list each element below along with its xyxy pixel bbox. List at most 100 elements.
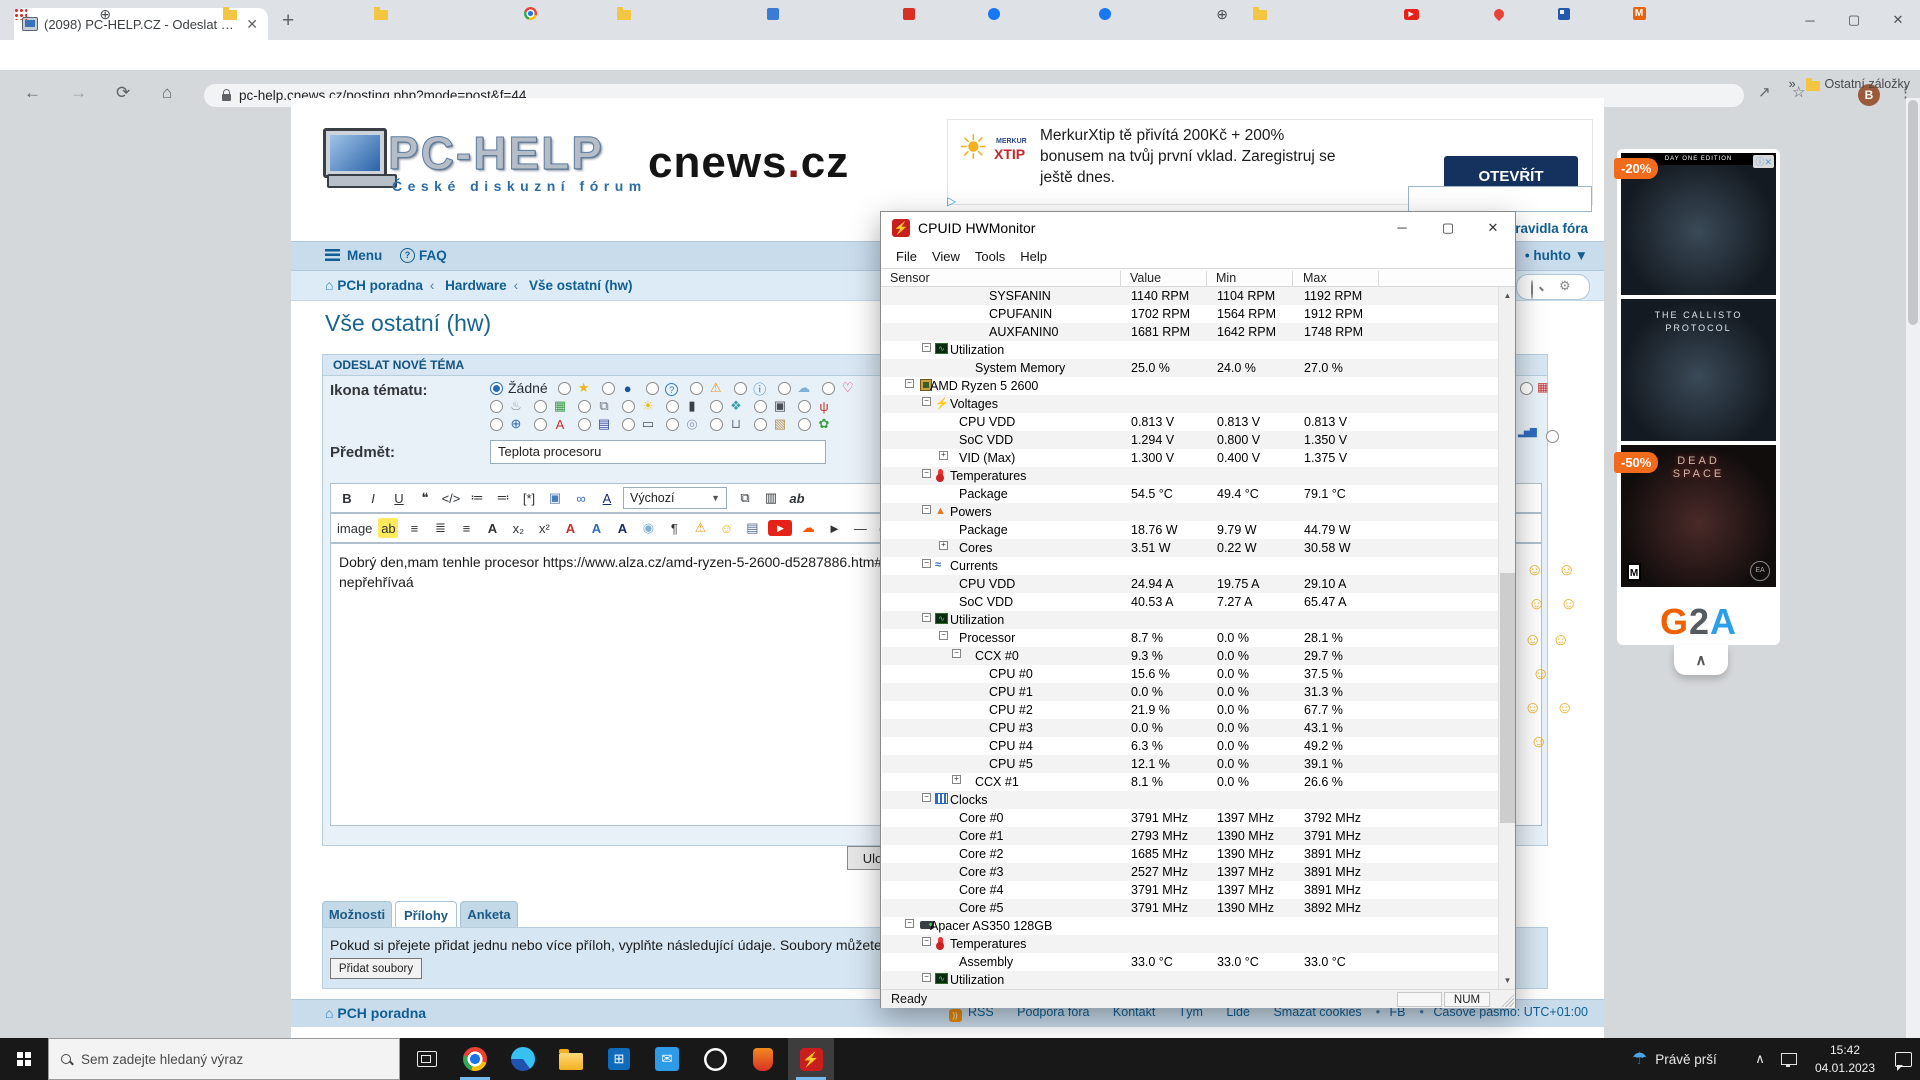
- collapse-icon[interactable]: −: [905, 919, 914, 928]
- page-scroll-thumb[interactable]: [1908, 100, 1918, 325]
- taskbar-search[interactable]: Sem zadejte hledaný výraz: [48, 1038, 400, 1080]
- topic-icon-radio[interactable]: [798, 400, 811, 413]
- ad-choices-icon[interactable]: ▷: [947, 194, 956, 208]
- start-button[interactable]: [0, 1038, 48, 1080]
- breadcrumb-section[interactable]: Vše ostatní (hw): [529, 278, 633, 293]
- font-color-button[interactable]: A: [597, 488, 617, 508]
- smiley-icon[interactable]: ☺: [1558, 560, 1575, 580]
- home-icon[interactable]: ⌂: [162, 83, 172, 103]
- smiley-icon[interactable]: ☺: [1524, 698, 1541, 718]
- sensor-row[interactable]: Core #53791 MHz1390 MHz3892 MHz: [882, 899, 1499, 917]
- paragraph-button[interactable]: ¶: [664, 518, 684, 538]
- chrome-icon[interactable]: [452, 1038, 498, 1080]
- color-a-navy-button[interactable]: A: [612, 518, 632, 538]
- smiley-button[interactable]: ☺: [716, 518, 736, 538]
- tab-moznosti[interactable]: Možnosti: [322, 901, 392, 927]
- edge-icon[interactable]: [500, 1038, 546, 1080]
- sensor-row[interactable]: +VID (Max)1.300 V0.400 V1.375 V: [882, 449, 1499, 467]
- font-select[interactable]: Výchozí▼: [623, 487, 727, 509]
- topic-icon-radio[interactable]: [754, 418, 767, 431]
- sensor-row[interactable]: Core #21685 MHz1390 MHz3891 MHz: [882, 845, 1499, 863]
- smiley-icon[interactable]: ☺: [1560, 594, 1577, 614]
- quote-button[interactable]: ❝: [415, 488, 435, 508]
- topic-icon-radio[interactable]: [578, 400, 591, 413]
- sensor-row[interactable]: System Memory25.0 %24.0 %27.0 %: [882, 359, 1499, 377]
- code-button[interactable]: </>: [441, 488, 461, 508]
- topic-icon-radio[interactable]: [622, 418, 635, 431]
- topic-icon-radio[interactable]: [822, 382, 835, 395]
- sensor-row[interactable]: −≈Currents: [882, 557, 1499, 575]
- list-item-button[interactable]: [*]: [519, 488, 539, 508]
- topic-icon-radio[interactable]: [646, 382, 659, 395]
- sensor-row[interactable]: SoC VDD40.53 A7.27 A65.47 A: [882, 593, 1499, 611]
- store-icon[interactable]: ⊞: [596, 1038, 642, 1080]
- weather-widget[interactable]: ☂ Právě prší: [1632, 1038, 1717, 1080]
- sensor-row[interactable]: Core #32527 MHz1397 MHz3891 MHz: [882, 863, 1499, 881]
- play-button[interactable]: ►: [824, 518, 844, 538]
- superscript-button[interactable]: x²: [534, 518, 554, 538]
- ad-info-icons[interactable]: ⓘ✕: [1753, 155, 1774, 168]
- topic-icon-radio[interactable]: [578, 418, 591, 431]
- subscript-button[interactable]: x₂: [508, 518, 528, 538]
- sensor-row[interactable]: −∿Utilization: [882, 971, 1499, 989]
- menu-tools[interactable]: Tools: [975, 249, 1005, 264]
- collapse-icon[interactable]: −: [922, 973, 931, 982]
- add-files-button[interactable]: Přidat soubory: [330, 958, 422, 979]
- sensor-row[interactable]: −Temperatures: [882, 467, 1499, 485]
- sensor-row[interactable]: −▲Powers: [882, 503, 1499, 521]
- align-center-button[interactable]: ≣: [430, 518, 450, 538]
- resize-grip[interactable]: [1501, 994, 1514, 1007]
- sensor-row[interactable]: Package54.5 °C49.4 °C79.1 °C: [882, 485, 1499, 503]
- smiley-icon[interactable]: ☺: [1532, 664, 1549, 684]
- radio-sliver-2[interactable]: [1546, 429, 1559, 443]
- cnews-logo[interactable]: cnews.cz: [648, 138, 849, 188]
- breadcrumb-home-icon[interactable]: ⌂: [325, 277, 337, 293]
- topic-icon-radio[interactable]: [778, 382, 791, 395]
- footer-forum-link[interactable]: ⌂ PCH poradna: [325, 1005, 426, 1021]
- topic-icon-radio[interactable]: [798, 418, 811, 431]
- hwmonitor-close-button[interactable]: ✕: [1471, 212, 1515, 243]
- smiley-icon[interactable]: ☺: [1552, 630, 1569, 650]
- sensor-row[interactable]: +CCX #18.1 %0.0 %26.6 %: [882, 773, 1499, 791]
- g2a-logo[interactable]: G2A: [1621, 601, 1776, 643]
- topic-icon-radio[interactable]: [558, 382, 571, 395]
- paste-button[interactable]: ▥: [761, 488, 781, 508]
- youtube-button[interactable]: ▶: [768, 520, 792, 536]
- search-icon[interactable]: [1531, 280, 1533, 299]
- ordered-list-button[interactable]: ≕: [493, 488, 513, 508]
- expand-icon[interactable]: +: [952, 775, 961, 784]
- topic-icon-radio[interactable]: [710, 400, 723, 413]
- font-button[interactable]: A: [482, 518, 502, 538]
- sensor-row[interactable]: Core #43791 MHz1397 MHz3891 MHz: [882, 881, 1499, 899]
- sensor-row[interactable]: −Apacer AS350 128GB: [882, 917, 1499, 935]
- topic-icon-radio-none[interactable]: [490, 382, 503, 395]
- align-right-button[interactable]: ≡: [456, 518, 476, 538]
- collapse-icon[interactable]: −: [922, 469, 931, 478]
- droplet-button[interactable]: ◉: [638, 518, 658, 538]
- explorer-icon[interactable]: [548, 1038, 594, 1080]
- menu-link[interactable]: Menu: [347, 248, 382, 263]
- sensor-row[interactable]: Core #03791 MHz1397 MHz3792 MHz: [882, 809, 1499, 827]
- sensor-row[interactable]: +Cores3.51 W0.22 W30.58 W: [882, 539, 1499, 557]
- topic-icon-radio[interactable]: [690, 382, 703, 395]
- sensor-row[interactable]: −CCX #09.3 %0.0 %29.7 %: [882, 647, 1499, 665]
- smiley-icon[interactable]: ☺: [1530, 732, 1547, 752]
- insert-image-button[interactable]: ▣: [545, 488, 565, 508]
- shield-app-icon[interactable]: [740, 1038, 786, 1080]
- pc-help-logo[interactable]: PC-HELP: [388, 126, 604, 180]
- color-a-red-button[interactable]: A: [560, 518, 580, 538]
- copy-button[interactable]: ⧉: [735, 488, 755, 508]
- hwmonitor-maximize-button[interactable]: ▢: [1425, 212, 1471, 243]
- faq-link[interactable]: FAQ: [419, 248, 447, 263]
- topic-icon-radio[interactable]: [602, 382, 615, 395]
- smiley-icon[interactable]: ☺: [1526, 560, 1543, 580]
- smiley-icon[interactable]: ☺: [1528, 594, 1545, 614]
- sensor-row[interactable]: −Temperatures: [882, 935, 1499, 953]
- collapse-icon[interactable]: −: [952, 649, 961, 658]
- network-icon[interactable]: [1776, 1038, 1802, 1080]
- italic-button[interactable]: I: [363, 488, 383, 508]
- forum-search-input[interactable]: [1408, 186, 1592, 212]
- warning-bb-button[interactable]: ⚠: [690, 518, 710, 538]
- ad-cover-2[interactable]: THE CALLISTO PROTOCOL: [1621, 299, 1776, 441]
- ad-collapse-chevron[interactable]: ∧: [1674, 645, 1728, 675]
